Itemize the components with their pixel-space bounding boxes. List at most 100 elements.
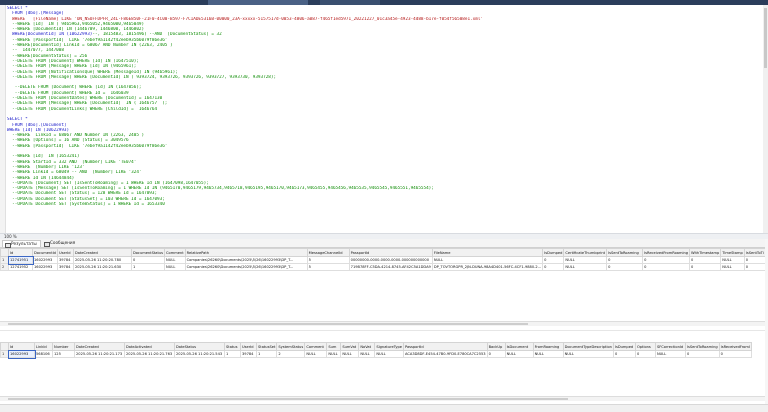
- grid-corner[interactable]: [0, 248, 9, 257]
- column-header[interactable]: Comment: [304, 342, 328, 351]
- column-header[interactable]: UserId: [240, 342, 257, 351]
- column-header[interactable]: Options: [634, 342, 656, 351]
- column-header[interactable]: SFCorrectionId: [654, 342, 686, 351]
- table-cell[interactable]: 0: [642, 263, 691, 271]
- table-cell[interactable]: 5: [306, 256, 350, 264]
- table-cell[interactable]: 1: [224, 350, 241, 358]
- table-cell[interactable]: 39784: [56, 263, 74, 271]
- table-row[interactable]: 1 12741951 16022993 39784 2025-05-26 11:20:2…: [0, 255, 766, 265]
- table-cell[interactable]: 2025-05-26 11:20:21.173: [74, 350, 125, 358]
- column-header[interactable]: IsDocument: [504, 342, 534, 351]
- column-header[interactable]: BackUp: [486, 342, 506, 351]
- column-header[interactable]: NoVat: [358, 342, 376, 351]
- column-header[interactable]: FromRoaming: [532, 342, 564, 351]
- code-area[interactable]: SELECT * FROM [dbo].[Message] WHERE [Fil…: [7, 6, 765, 207]
- table-cell[interactable]: 1: [130, 263, 166, 271]
- column-header[interactable]: IsDumped: [542, 248, 565, 257]
- column-header[interactable]: IsReceivedFromRoaming: [642, 248, 691, 257]
- table-cell[interactable]: DP_TOVTORGPR_2JN-DUNA-98A4D401-56FC-4CF1…: [431, 263, 544, 271]
- table-cell[interactable]: 0: [606, 256, 644, 264]
- scrollbar-thumb[interactable]: [8, 398, 568, 400]
- column-header[interactable]: StatusSet: [255, 342, 278, 351]
- column-header[interactable]: Number: [52, 342, 75, 351]
- table-cell[interactable]: NULL: [326, 350, 342, 358]
- table-cell[interactable]: 1: [255, 350, 278, 358]
- scrollbar-thumb[interactable]: [8, 323, 528, 325]
- table-cell[interactable]: NULL: [563, 263, 608, 271]
- column-header[interactable]: IsSentToRoaming: [684, 342, 720, 351]
- table-cell[interactable]: 2025-05-26 11:20:20.780: [72, 256, 132, 264]
- table-cell[interactable]: 2025-05-26 11:20:21.763: [124, 350, 175, 358]
- table-row[interactable]: 1 16022993 568106 125 2025-05-26 11:20:21.17…: [0, 349, 752, 359]
- table-cell[interactable]: 719B78FF-C5DA-4214-8745-AF42C5A1DDA9: [348, 263, 433, 271]
- column-header[interactable]: IsSentToTi: [743, 248, 766, 257]
- column-header[interactable]: LinkId: [34, 342, 53, 351]
- column-header[interactable]: Id: [8, 342, 35, 351]
- code-line[interactable]: --UPDATE Document SET [SystemStatus] = 1…: [7, 202, 765, 207]
- tab-messages[interactable]: Сообщения: [42, 240, 78, 247]
- table-cell[interactable]: NULL: [164, 263, 186, 271]
- table-cell[interactable]: 39784: [56, 256, 74, 264]
- query-editor[interactable]: SELECT * FROM [dbo].[Message] WHERE [Fil…: [0, 5, 768, 233]
- column-header[interactable]: UserId: [56, 248, 74, 257]
- column-header[interactable]: Comment: [164, 248, 186, 257]
- results-grid-document[interactable]: Id LinkId Number DateCreated DateActivated Da…: [0, 342, 766, 392]
- table-cell[interactable]: NULL: [563, 256, 608, 264]
- table-cell[interactable]: NULL: [504, 350, 534, 358]
- column-header[interactable]: Sum: [326, 342, 342, 351]
- table-cell[interactable]: NULL: [358, 350, 376, 358]
- column-header[interactable]: IsDumped: [612, 342, 636, 351]
- row-number[interactable]: 1: [0, 350, 9, 358]
- table-cell[interactable]: 0: [486, 350, 506, 358]
- table-cell[interactable]: 12741951: [7, 255, 34, 265]
- table-cell[interactable]: 16022993: [7, 349, 36, 359]
- table-cell[interactable]: 0: [689, 263, 722, 271]
- column-header[interactable]: RelativePath: [184, 248, 308, 257]
- table-cell[interactable]: 0: [642, 256, 691, 264]
- table-cell[interactable]: Companies\26260\Documents\2025\5\26\1602…: [184, 263, 308, 271]
- table-cell[interactable]: ACA3D8DF-E454-47B0-9FD0-E780CA7C2553: [402, 350, 488, 358]
- table-cell[interactable]: 00000000-0000-0000-0000-000000000000: [348, 256, 433, 264]
- row-number[interactable]: 2: [0, 263, 9, 271]
- table-cell[interactable]: 0: [684, 350, 720, 358]
- table-cell[interactable]: 0: [718, 350, 752, 358]
- column-header[interactable]: IsReceivedFromI: [718, 342, 752, 351]
- column-header[interactable]: SystemStatus: [276, 342, 306, 351]
- grid-corner[interactable]: [0, 342, 9, 351]
- table-cell[interactable]: NULL: [720, 263, 745, 271]
- table-cell[interactable]: NULL: [340, 350, 360, 358]
- column-header[interactable]: DateStatus: [174, 342, 225, 351]
- column-header[interactable]: DateActivated: [124, 342, 175, 351]
- table-cell[interactable]: 0: [612, 350, 636, 358]
- column-header[interactable]: FileName: [431, 248, 544, 257]
- column-header[interactable]: PassportId: [348, 248, 433, 257]
- table-cell[interactable]: 568106: [34, 350, 53, 358]
- table-cell[interactable]: 125: [52, 350, 75, 358]
- table-cell[interactable]: 0: [542, 263, 565, 271]
- column-header[interactable]: WithTimestamp: [689, 248, 722, 257]
- tab-results[interactable]: Результаты: [2, 240, 41, 248]
- table-cell[interactable]: 5: [306, 263, 350, 271]
- column-header[interactable]: DocumentTypeDescription: [562, 342, 614, 351]
- table-cell[interactable]: 0: [542, 256, 565, 264]
- row-number[interactable]: 1: [0, 256, 9, 264]
- column-header[interactable]: TimeStamp: [720, 248, 745, 257]
- table-cell[interactable]: 2: [276, 350, 306, 358]
- table-row[interactable]: 2 12741952 16022993 39784 2025-05-26 11:20:2…: [0, 263, 766, 271]
- column-header[interactable]: IsSentToRoaming: [606, 248, 644, 257]
- column-header[interactable]: DateCreated: [74, 342, 125, 351]
- table-cell[interactable]: 16022993: [32, 256, 58, 264]
- column-header[interactable]: MessageChannelId: [306, 248, 350, 257]
- table-cell[interactable]: NULL: [374, 350, 404, 358]
- column-header[interactable]: Id: [8, 248, 33, 257]
- column-header[interactable]: PassportId: [402, 342, 488, 351]
- table-cell[interactable]: 12741952: [8, 263, 33, 271]
- table-cell[interactable]: NULL: [164, 256, 186, 264]
- table-cell[interactable]: 39784: [240, 350, 257, 358]
- table-cell[interactable]: 0: [606, 263, 644, 271]
- table-cell[interactable]: NULL: [720, 256, 745, 264]
- column-header[interactable]: DateCreated: [72, 248, 132, 257]
- table-cell[interactable]: 0: [634, 350, 656, 358]
- column-header[interactable]: SumVat: [340, 342, 360, 351]
- editor-vertical-scrollbar[interactable]: [763, 5, 768, 233]
